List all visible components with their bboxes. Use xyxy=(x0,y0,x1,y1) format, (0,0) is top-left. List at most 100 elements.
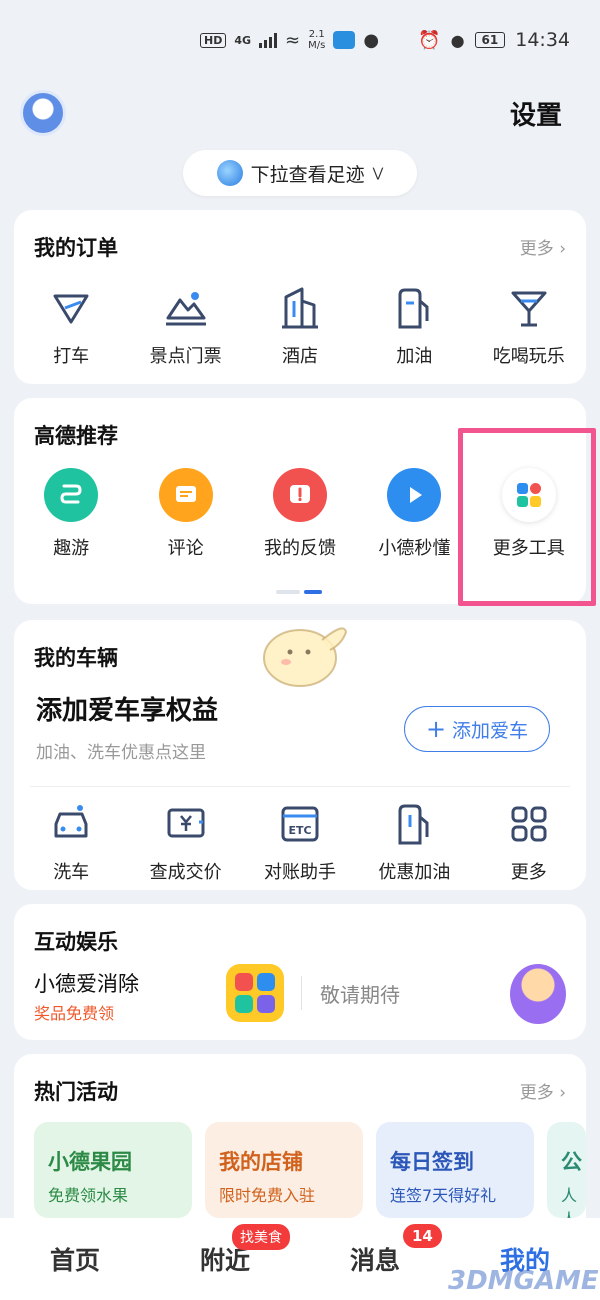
settings-button[interactable]: 设置 xyxy=(510,95,562,132)
play-icon xyxy=(387,468,442,522)
promo-subtitle: 连签7天得好礼 xyxy=(390,1186,497,1205)
clock: 14:34 xyxy=(515,29,570,51)
recommend-item-label: 我的反馈 xyxy=(263,538,336,559)
signal-icon xyxy=(259,32,278,48)
route-icon xyxy=(44,468,99,522)
status-bar: HD 4G ≈ 2.1 M/s ● ⏰ ● 61 14:34 xyxy=(0,0,600,80)
wifi-icon: ≈ xyxy=(285,29,301,51)
add-car-headline: 添加爱车享权益 xyxy=(36,696,219,726)
orders-more-label: 更多 xyxy=(519,239,554,259)
chat-bubble-icon: ● xyxy=(363,29,380,51)
divider xyxy=(301,976,302,1010)
etc-icon: ETC xyxy=(278,802,322,846)
promo-subtitle: 免费领水果 xyxy=(48,1186,129,1205)
gamepad-character-icon[interactable] xyxy=(510,964,566,1024)
add-car-subline: 加油、洗车优惠点这里 xyxy=(36,743,206,763)
chevron-right-icon: › xyxy=(559,239,566,259)
net-speed: 2.1 M/s xyxy=(308,29,325,51)
vehicle-item-price[interactable]: 查成交价 xyxy=(128,802,242,884)
orders-card: 我的订单 更多 › 打车 景点门票 酒店 加油 吃喝玩乐 xyxy=(14,210,586,384)
price-icon xyxy=(164,802,208,846)
more-grid-icon xyxy=(507,802,551,846)
promo-card-checkin[interactable]: 每日签到 连签7天得好礼 xyxy=(376,1122,534,1218)
order-item-label: 吃喝玩乐 xyxy=(492,346,565,367)
orders-icon-row: 打车 景点门票 酒店 加油 吃喝玩乐 xyxy=(14,286,586,368)
vehicle-item-label: 洗车 xyxy=(53,862,90,883)
message-count-badge: 14 xyxy=(403,1224,442,1248)
order-item-hotel[interactable]: 酒店 xyxy=(243,286,357,368)
vehicle-item-label: 优惠加油 xyxy=(378,862,451,883)
nearby-food-badge: 找美食 xyxy=(232,1224,290,1250)
vehicle-item-more[interactable]: 更多 xyxy=(472,802,586,884)
watermark: 3DMGAME xyxy=(448,1266,599,1296)
order-item-fuel[interactable]: 加油 xyxy=(357,286,471,368)
avatar[interactable] xyxy=(20,90,66,136)
vehicle-title: 我的车辆 xyxy=(34,646,118,670)
entertainment-card: 互动娱乐 小德爱消除 奖品免费领 敬请期待 xyxy=(14,904,586,1040)
promo-title: 小德果园 xyxy=(48,1150,132,1174)
tab-home[interactable]: 首页 xyxy=(0,1218,150,1300)
vehicle-item-fuel-discount[interactable]: 优惠加油 xyxy=(357,802,471,884)
highlight-box xyxy=(458,428,596,606)
order-item-taxi[interactable]: 打车 xyxy=(14,286,128,368)
vehicle-item-label: 更多 xyxy=(510,862,547,883)
order-item-label: 景点门票 xyxy=(149,346,222,367)
recommend-item-comment[interactable]: 评论 xyxy=(128,468,242,560)
recommend-item-label: 趣游 xyxy=(53,538,90,559)
cocktail-icon xyxy=(507,286,551,330)
promo-subtitle: 人人 xyxy=(561,1186,578,1218)
globe-icon xyxy=(216,160,243,186)
recommend-item-label: 评论 xyxy=(167,538,204,559)
status-right: ⏰ ● 61 14:34 xyxy=(418,29,570,51)
promo-card-store[interactable]: 我的店铺 限时免费入驻 xyxy=(205,1122,363,1218)
divider xyxy=(30,786,570,787)
vehicle-item-etc[interactable]: ETC 对账助手 xyxy=(243,802,357,884)
order-item-label: 打车 xyxy=(53,346,90,367)
order-item-tickets[interactable]: 景点门票 xyxy=(128,286,242,368)
recommend-item-quyou[interactable]: 趣游 xyxy=(14,468,128,560)
order-item-label: 加油 xyxy=(396,346,433,367)
recommend-item-xiaode[interactable]: 小德秒懂 xyxy=(357,468,471,560)
vehicle-icon-row: 洗车 查成交价 ETC 对账助手 优惠加油 更多 xyxy=(14,802,586,884)
order-item-leisure[interactable]: 吃喝玩乐 xyxy=(472,286,586,368)
footprint-label: 下拉查看足迹 xyxy=(250,163,365,186)
activities-card: 热门活动 更多 › 小德果园 免费领水果 我的店铺 限时免费入驻 每日签到 连签… xyxy=(14,1054,586,1244)
promo-title: 公 xyxy=(561,1150,582,1174)
recommend-item-feedback[interactable]: 我的反馈 xyxy=(243,468,357,560)
fuel-discount-icon xyxy=(392,802,436,846)
mascot-icon xyxy=(263,627,348,687)
activities-more-link[interactable]: 更多 › xyxy=(520,1078,566,1103)
battery-icon: 61 xyxy=(474,32,506,48)
add-car-button[interactable]: + 添加爱车 xyxy=(404,706,550,752)
activities-more-label: 更多 xyxy=(519,1083,554,1103)
vehicle-item-label: 查成交价 xyxy=(149,862,222,883)
activities-title: 热门活动 xyxy=(34,1080,118,1104)
comment-icon xyxy=(158,468,213,522)
page-indicator xyxy=(276,590,322,594)
car-wash-icon xyxy=(49,802,93,846)
footprint-pill[interactable]: 下拉查看足迹 ⋁ xyxy=(183,150,417,196)
chevron-right-icon: › xyxy=(559,1083,566,1103)
order-item-label: 酒店 xyxy=(281,346,318,367)
alarm-icon: ⏰ xyxy=(418,29,441,51)
taxi-icon xyxy=(49,286,93,330)
hd-indicator: HD xyxy=(200,32,227,48)
plus-icon: + xyxy=(425,715,447,743)
network-type: 4G xyxy=(234,33,252,47)
cloud-app-icon xyxy=(333,31,356,49)
location-icon: ● xyxy=(450,30,465,50)
game-name[interactable]: 小德爱消除 xyxy=(34,968,139,998)
orders-title: 我的订单 xyxy=(34,236,118,260)
svg-text:ETC: ETC xyxy=(288,824,311,837)
vehicle-item-wash[interactable]: 洗车 xyxy=(14,802,128,884)
orders-more-link[interactable]: 更多 › xyxy=(520,234,566,259)
scenic-icon xyxy=(164,286,208,330)
puzzle-game-icon[interactable] xyxy=(226,964,284,1022)
hotel-icon xyxy=(278,286,322,330)
promo-subtitle: 限时免费入驻 xyxy=(219,1186,316,1205)
promo-card-orchard[interactable]: 小德果园 免费领水果 xyxy=(34,1122,192,1218)
feedback-icon xyxy=(272,468,327,522)
fuel-icon xyxy=(392,286,436,330)
promo-card-partial[interactable]: 公 人人 xyxy=(547,1122,586,1218)
vehicle-item-label: 对账助手 xyxy=(263,862,336,883)
